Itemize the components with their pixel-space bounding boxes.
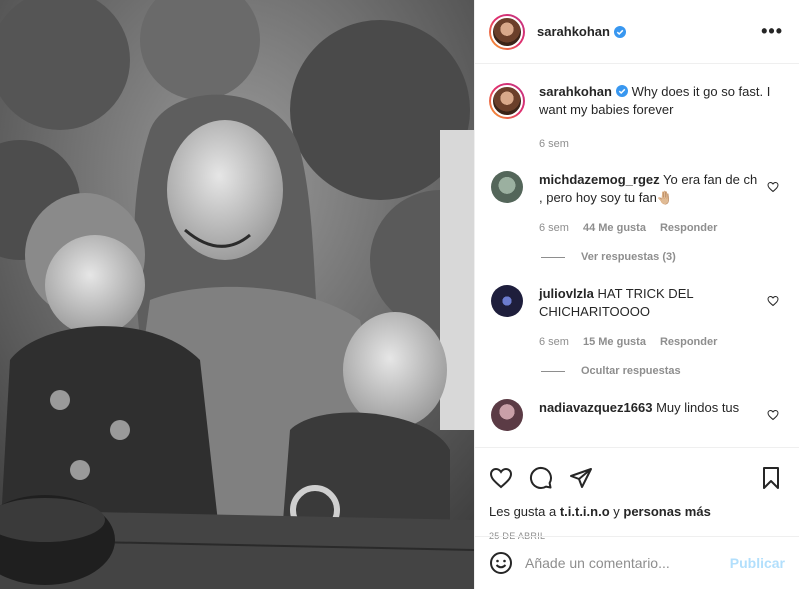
comment-username[interactable]: nadiavazquez1663 xyxy=(539,400,652,415)
header-username[interactable]: sarahkohan xyxy=(537,24,610,39)
likes-middle: y xyxy=(609,504,624,519)
photo-illustration xyxy=(0,0,474,589)
comment-text: Muy lindos tus xyxy=(652,400,740,415)
reply-button[interactable]: Responder xyxy=(660,219,717,237)
comment-input[interactable] xyxy=(525,555,730,571)
comment-time[interactable]: 6 sem xyxy=(539,333,569,351)
post-header: sarahkohan ••• xyxy=(475,0,799,64)
reply-button[interactable]: Responder xyxy=(660,333,717,351)
save-bookmark-icon[interactable] xyxy=(759,466,783,490)
post-actions-section: Les gusta a t.i.t.i.n.o y personas más 2… xyxy=(475,447,799,541)
comment-username[interactable]: juliovlzla xyxy=(539,286,594,301)
caption-avatar[interactable] xyxy=(489,83,525,119)
like-heart-icon[interactable] xyxy=(489,466,513,490)
share-plane-icon[interactable] xyxy=(569,466,593,490)
comment-time[interactable]: 6 sem xyxy=(539,219,569,237)
publish-button[interactable]: Publicar xyxy=(730,555,785,571)
comment-item: michdazemog_rgez Yo era fan de ch , pero… xyxy=(475,171,799,237)
comment-bubble-icon[interactable] xyxy=(529,466,553,490)
like-comment-heart-icon[interactable] xyxy=(767,181,779,193)
comment-username[interactable]: michdazemog_rgez xyxy=(539,172,660,187)
liked-by-others[interactable]: personas más xyxy=(623,504,710,519)
instagram-post: sarahkohan ••• sarahkohan Why does it go… xyxy=(0,0,799,589)
liked-by-user[interactable]: t.i.t.i.n.o xyxy=(560,504,610,519)
post-photo[interactable] xyxy=(0,0,474,589)
verified-badge-icon xyxy=(615,85,628,97)
caption-time[interactable]: 6 sem xyxy=(539,135,569,153)
comment-likes[interactable]: 15 Me gusta xyxy=(583,333,646,351)
like-comment-heart-icon[interactable] xyxy=(767,409,779,421)
comment-item: nadiavazquez1663 Muy lindos tus xyxy=(475,399,799,431)
view-replies-label[interactable]: Ver respuestas (3) xyxy=(581,251,676,263)
comment-avatar[interactable] xyxy=(491,171,523,203)
avatar[interactable] xyxy=(489,13,525,50)
comment-likes[interactable]: 44 Me gusta xyxy=(583,219,646,237)
verified-badge-icon xyxy=(613,25,626,38)
hide-replies-label[interactable]: Ocultar respuestas xyxy=(581,365,681,377)
post-caption: sarahkohan Why does it go so fast. I wan… xyxy=(475,65,799,153)
likes-prefix: Les gusta a xyxy=(489,504,560,519)
more-options-icon[interactable]: ••• xyxy=(761,21,783,42)
comment-avatar[interactable] xyxy=(491,285,523,317)
caption-username[interactable]: sarahkohan xyxy=(539,84,612,99)
post-side-panel: sarahkohan ••• sarahkohan Why does it go… xyxy=(474,0,799,589)
view-replies-toggle[interactable]: Ver respuestas (3) xyxy=(541,251,799,263)
comment-item: juliovlzla HAT TRICK DEL CHICHARITOOOO 6… xyxy=(475,285,799,351)
comments-list[interactable]: sarahkohan Why does it go so fast. I wan… xyxy=(475,65,799,447)
add-comment-bar: Publicar xyxy=(475,536,799,589)
action-bar xyxy=(475,448,799,496)
like-comment-heart-icon[interactable] xyxy=(767,295,779,307)
likes-summary: Les gusta a t.i.t.i.n.o y personas más xyxy=(475,496,799,519)
comment-avatar[interactable] xyxy=(491,399,523,431)
emoji-icon[interactable] xyxy=(489,551,513,575)
hide-replies-toggle[interactable]: Ocultar respuestas xyxy=(541,365,799,377)
